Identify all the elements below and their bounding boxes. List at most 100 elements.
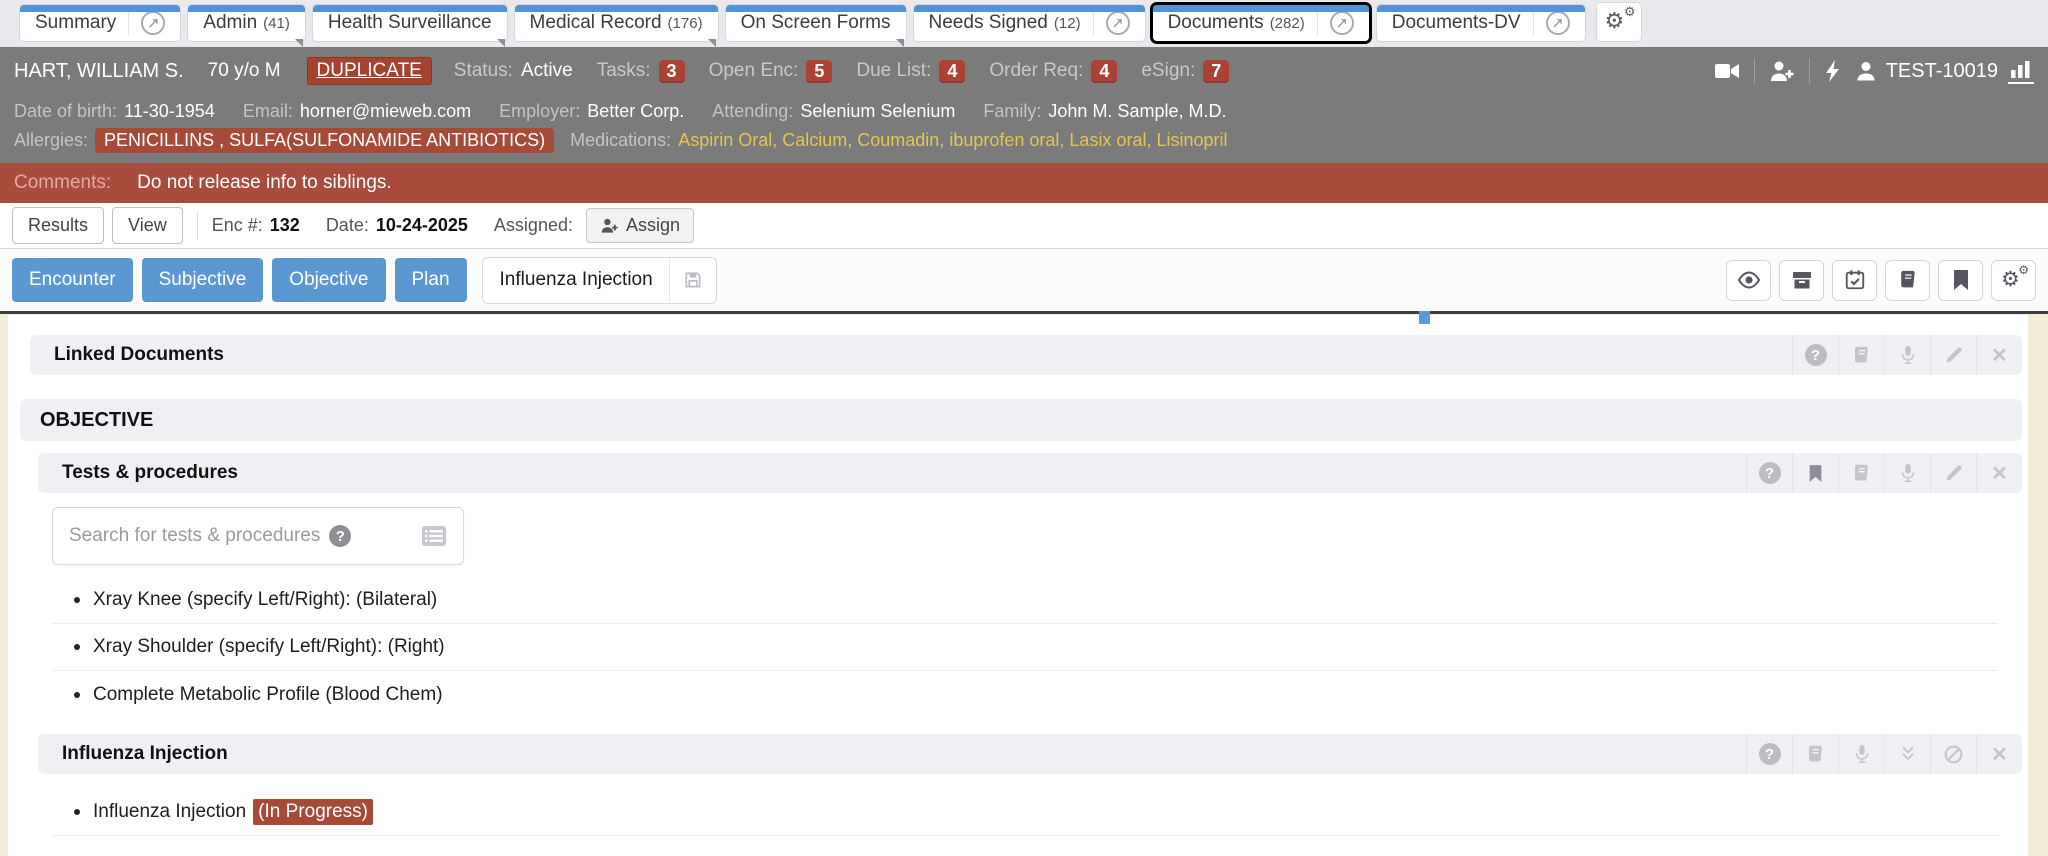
tab-label: Documents [1168, 12, 1264, 34]
dictate-button[interactable] [1884, 335, 1930, 375]
dictate-button[interactable] [1884, 453, 1930, 493]
tests-procedures-search-input[interactable]: Search for tests & procedures ? [52, 507, 464, 565]
bar-chart-icon[interactable] [2008, 59, 2034, 84]
bookmark-button[interactable] [1938, 260, 1983, 301]
user-icon[interactable] [1854, 59, 1878, 83]
tab-popout[interactable]: ↗ [128, 11, 165, 35]
tab-medical-record[interactable]: Medical Record (176) [515, 5, 718, 41]
attending-value: Selenium Selenium [800, 101, 955, 122]
encounter-nav-button[interactable]: Encounter [12, 258, 133, 302]
chart-book-button[interactable] [1838, 453, 1884, 493]
chart-tab-bar: Summary ↗ Admin (41) Health Surveillance… [0, 0, 2048, 47]
medication-link[interactable]: Lisinopril [1156, 130, 1227, 150]
results-button[interactable]: Results [12, 207, 104, 244]
external-link-icon: ↗ [1546, 11, 1570, 35]
medication-link[interactable]: Lasix oral [1069, 130, 1146, 150]
book-icon [1897, 269, 1919, 291]
date-value: 10-24-2025 [376, 215, 468, 236]
allergies-badge[interactable]: PENICILLINS , SULFA(SULFONAMIDE ANTIBIOT… [95, 128, 554, 153]
remove-section-button[interactable]: ✕ [1976, 335, 2022, 375]
duplicate-badge[interactable]: DUPLICATE [307, 57, 432, 85]
dropdown-corner-icon[interactable] [295, 39, 303, 47]
note-title-input[interactable]: Influenza Injection [482, 257, 717, 304]
edit-button[interactable] [1930, 453, 1976, 493]
family-label: Family: [983, 101, 1041, 122]
tab-needs-signed[interactable]: Needs Signed (12) ↗ [914, 5, 1145, 41]
gear-icon: ⚙ [2001, 267, 2020, 292]
list-separator: , [1059, 130, 1069, 150]
microphone-icon [1899, 344, 1917, 366]
plan-nav-button[interactable]: Plan [395, 258, 467, 302]
dictate-button[interactable] [1838, 734, 1884, 774]
edit-button[interactable] [1930, 335, 1976, 375]
subjective-nav-button[interactable]: Subjective [142, 258, 264, 302]
tab-admin[interactable]: Admin (41) [188, 5, 305, 41]
tab-count: (176) [668, 15, 703, 32]
help-button[interactable]: ? [1792, 335, 1838, 375]
external-link-icon: ↗ [1330, 11, 1354, 35]
employer-value: Better Corp. [587, 101, 684, 122]
tab-popout[interactable]: ↗ [1317, 11, 1354, 35]
browse-list-button[interactable] [421, 525, 447, 547]
divider [1754, 58, 1755, 84]
chart-book-button[interactable] [1792, 734, 1838, 774]
esign-count-badge[interactable]: 7 [1203, 60, 1229, 83]
dropdown-corner-icon[interactable] [708, 39, 716, 47]
save-floppy-icon [683, 270, 703, 290]
tab-summary[interactable]: Summary ↗ [20, 5, 180, 41]
close-icon: ✕ [1991, 742, 2008, 767]
tab-documents-dv[interactable]: Documents-DV ↗ [1377, 5, 1585, 41]
external-link-icon: ↗ [141, 11, 165, 35]
medication-link[interactable]: ibuprofen oral [949, 130, 1059, 150]
archive-button[interactable] [1779, 260, 1824, 301]
encounter-toolbar: Results View Enc #: 132 Date: 10-24-2025… [0, 203, 2048, 249]
logged-in-user-id[interactable]: TEST-10019 [1886, 60, 1998, 83]
tab-label: Health Surveillance [328, 12, 492, 34]
cancel-order-button[interactable] [1930, 734, 1976, 774]
medication-link[interactable]: Coumadin [857, 130, 939, 150]
help-button[interactable]: ? [1746, 453, 1792, 493]
objective-nav-button[interactable]: Objective [272, 258, 385, 302]
order-req-count-badge[interactable]: 4 [1091, 60, 1117, 83]
video-call-icon[interactable] [1714, 60, 1740, 82]
tab-on-screen-forms[interactable]: On Screen Forms [726, 5, 906, 41]
chart-book-button[interactable] [1838, 335, 1884, 375]
remove-section-button[interactable]: ✕ [1976, 734, 2022, 774]
note-settings-button[interactable]: ⚙ ⚙ [1991, 260, 2036, 301]
save-note-title-button[interactable] [669, 258, 716, 303]
bookmark-button[interactable] [1792, 453, 1838, 493]
attending-label: Attending: [712, 101, 793, 122]
due-list-count-badge[interactable]: 4 [939, 60, 965, 83]
help-button[interactable]: ? [1746, 734, 1792, 774]
dropdown-corner-icon[interactable] [896, 39, 904, 47]
dropdown-corner-icon[interactable] [497, 39, 505, 47]
tab-popout[interactable]: ↗ [1533, 11, 1570, 35]
divider [197, 212, 198, 240]
question-icon: ? [1759, 743, 1781, 765]
scrollbar-thumb[interactable] [1419, 311, 1430, 324]
assign-button[interactable]: Assign [586, 208, 694, 243]
schedule-button[interactable] [1832, 260, 1877, 301]
medication-link[interactable]: Aspirin Oral [678, 130, 772, 150]
tasks-count-badge[interactable]: 3 [659, 60, 685, 83]
add-user-icon[interactable] [1769, 59, 1795, 83]
view-button[interactable]: View [112, 207, 183, 244]
medications-label: Medications: [570, 130, 671, 151]
expand-button[interactable] [1884, 734, 1930, 774]
tab-popout[interactable]: ↗ [1093, 11, 1130, 35]
order-label: Influenza Injection [93, 801, 246, 823]
comments-bar: Comments: Do not release info to sibling… [0, 163, 2048, 203]
remove-section-button[interactable]: ✕ [1976, 453, 2022, 493]
medication-link[interactable]: Calcium [782, 130, 847, 150]
tab-settings-button[interactable]: ⚙ ⚙ [1597, 3, 1641, 41]
archive-box-icon [1791, 270, 1813, 290]
view-mode-button[interactable] [1726, 260, 1771, 301]
tab-documents[interactable]: Documents (282) ↗ [1153, 5, 1369, 41]
chart-book-button[interactable] [1885, 260, 1930, 301]
order-status-badge[interactable]: (In Progress) [253, 799, 373, 825]
close-icon: ✕ [1991, 343, 2008, 368]
open-enc-count-badge[interactable]: 5 [806, 60, 832, 83]
tab-health-surveillance[interactable]: Health Surveillance [313, 5, 507, 41]
quick-action-bolt-icon[interactable] [1824, 59, 1842, 83]
enc-number-value: 132 [270, 215, 300, 236]
